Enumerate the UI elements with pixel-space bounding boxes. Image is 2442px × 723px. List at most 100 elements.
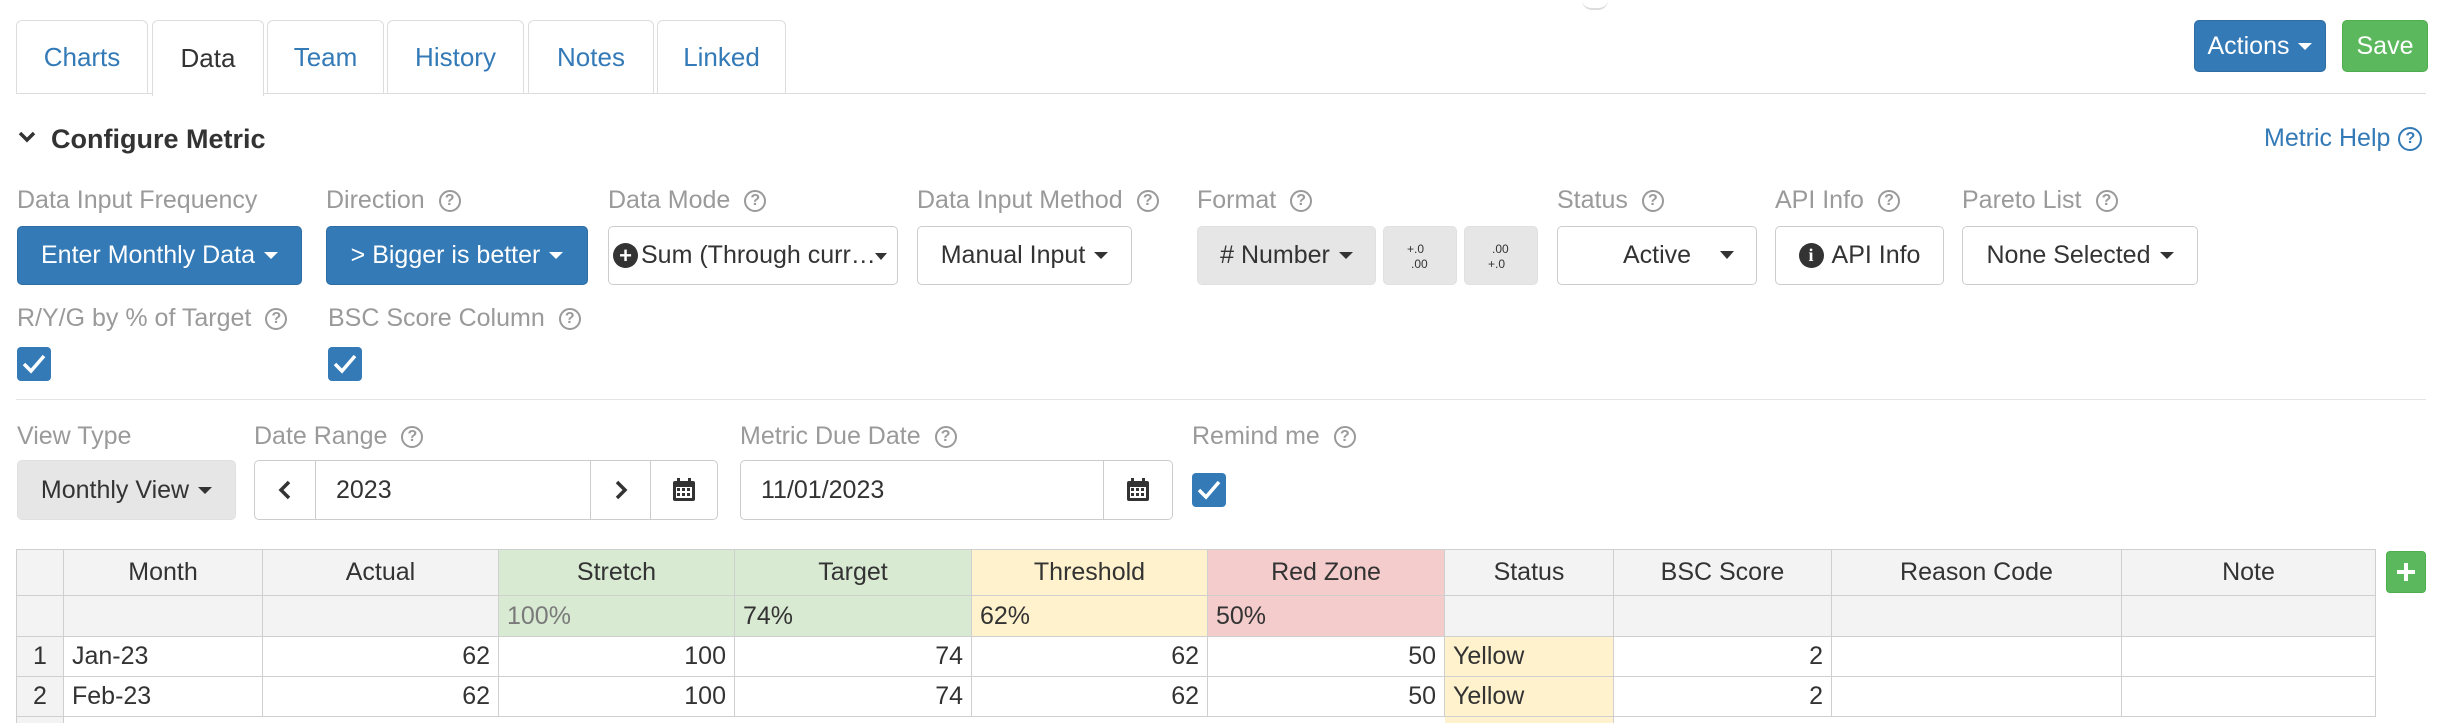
help-icon[interactable]: ? — [1877, 189, 1900, 212]
status-cell[interactable] — [1445, 717, 1614, 723]
column-header[interactable]: Reason Code — [1832, 550, 2122, 596]
percent-cell — [1445, 596, 1614, 637]
date-range-input[interactable]: 2023 — [315, 460, 591, 520]
column-header[interactable]: Target — [735, 550, 972, 596]
api-info-button[interactable]: i API Info — [1775, 226, 1944, 285]
help-icon[interactable]: ? — [558, 307, 581, 330]
help-icon[interactable]: ? — [744, 189, 767, 212]
actions-button[interactable]: Actions — [2194, 20, 2326, 72]
red-zone-percent-cell[interactable]: 50% — [1208, 596, 1445, 637]
data-mode-value: Sum (Through curr… — [641, 241, 876, 269]
status-cell[interactable]: Yellow — [1445, 637, 1614, 677]
add-row-button[interactable] — [2386, 551, 2426, 593]
caret-down-icon — [1094, 252, 1109, 259]
next-year-button[interactable] — [590, 460, 651, 520]
month-cell[interactable]: Feb-23 — [64, 677, 263, 717]
note-cell[interactable] — [2122, 677, 2376, 717]
due-date-calendar-button[interactable] — [1103, 460, 1173, 520]
input-method-dropdown[interactable]: Manual Input — [917, 226, 1132, 285]
tab-team[interactable]: Team — [267, 20, 384, 94]
help-icon[interactable]: ? — [438, 189, 461, 212]
tab-charts[interactable]: Charts — [16, 20, 148, 94]
red-zone-cell[interactable]: 50 — [1208, 637, 1445, 677]
input-method-label: Data Input Method? — [917, 186, 1159, 215]
help-icon[interactable]: ? — [265, 307, 288, 330]
column-header[interactable]: Note — [2122, 550, 2376, 596]
help-icon[interactable]: ? — [1333, 425, 1356, 448]
caret-down-icon — [198, 486, 213, 494]
data-mode-label: Data Mode? — [608, 186, 767, 215]
reason-code-cell[interactable] — [1832, 677, 2122, 717]
calendar-icon — [673, 478, 695, 501]
note-cell[interactable] — [2122, 637, 2376, 677]
date-range-label: Date Range? — [254, 422, 424, 451]
status-cell[interactable]: Yellow — [1445, 677, 1614, 717]
metric-help-label: Metric Help — [2264, 124, 2391, 152]
tab-history[interactable]: History — [387, 20, 524, 94]
help-icon[interactable]: ? — [934, 425, 957, 448]
prev-year-button[interactable] — [254, 460, 316, 520]
view-type-dropdown[interactable]: Monthly View — [17, 460, 236, 520]
column-header[interactable]: Status — [1445, 550, 1614, 596]
frequency-dropdown[interactable]: Enter Monthly Data — [17, 226, 302, 285]
stretch-percent-cell[interactable]: 100% — [499, 596, 735, 637]
checkmark-icon — [22, 354, 46, 374]
pareto-dropdown[interactable]: None Selected — [1962, 226, 2198, 285]
direction-dropdown[interactable]: > Bigger is better — [326, 226, 588, 285]
input-method-value: Manual Input — [940, 241, 1086, 269]
section-title: Configure Metric — [51, 124, 266, 154]
chevron-down-icon[interactable] — [16, 126, 38, 148]
frequency-label: Data Input Frequency — [17, 186, 258, 214]
caret-down-icon — [875, 253, 887, 260]
help-icon[interactable]: ? — [401, 425, 424, 448]
column-header[interactable]: Red Zone — [1208, 550, 1445, 596]
percent-cell — [263, 596, 499, 637]
save-button[interactable]: Save — [2342, 20, 2428, 72]
target-cell[interactable]: 74 — [735, 637, 972, 677]
target-percent-cell[interactable]: 74% — [735, 596, 972, 637]
help-icon[interactable]: ? — [1136, 189, 1159, 212]
threshold-cell[interactable]: 62 — [972, 637, 1208, 677]
column-header[interactable]: Actual — [263, 550, 499, 596]
metric-help-link[interactable]: Metric Help ? — [2264, 124, 2423, 153]
actions-label: Actions — [2207, 31, 2290, 60]
red-zone-cell[interactable]: 50 — [1208, 677, 1445, 717]
tab-linked[interactable]: Linked — [657, 20, 786, 94]
date-range-calendar-button[interactable] — [650, 460, 718, 520]
actual-cell[interactable]: 62 — [263, 677, 499, 717]
column-header[interactable]: Month — [64, 550, 263, 596]
threshold-cell[interactable]: 62 — [972, 677, 1208, 717]
data-grid: Month Actual Stretch Target Threshold Re… — [16, 549, 2376, 723]
percent-cell — [1614, 596, 1832, 637]
reason-code-cell[interactable] — [1832, 637, 2122, 677]
column-header[interactable]: Stretch — [499, 550, 735, 596]
threshold-percent-cell[interactable]: 62% — [972, 596, 1208, 637]
tab-data[interactable]: Data — [152, 20, 264, 96]
tab-notes[interactable]: Notes — [528, 20, 654, 94]
format-dropdown[interactable]: # Number — [1197, 226, 1376, 285]
month-cell[interactable]: Jan-23 — [64, 637, 263, 677]
stretch-cell[interactable]: 100 — [499, 677, 735, 717]
decrease-decimals-button[interactable]: .00 +.0 — [1464, 226, 1538, 285]
column-header[interactable]: Threshold — [972, 550, 1208, 596]
data-mode-select[interactable]: + Sum (Through curr… — [608, 226, 898, 285]
bsc-checkbox[interactable] — [328, 347, 362, 381]
bsc-score-cell[interactable]: 2 — [1614, 677, 1832, 717]
remind-checkbox[interactable] — [1192, 473, 1226, 507]
help-icon[interactable]: ? — [1641, 189, 1664, 212]
help-icon[interactable]: ? — [2095, 189, 2118, 212]
ryg-checkbox[interactable] — [17, 347, 51, 381]
target-cell[interactable]: 74 — [735, 677, 972, 717]
column-header[interactable]: BSC Score — [1614, 550, 1832, 596]
remind-label: Remind me? — [1192, 422, 1356, 451]
due-date-input[interactable]: 11/01/2023 — [740, 460, 1104, 520]
stretch-cell[interactable]: 100 — [499, 637, 735, 677]
actual-cell[interactable]: 62 — [263, 637, 499, 677]
caret-down-icon — [1338, 252, 1353, 259]
bsc-score-cell[interactable]: 2 — [1614, 637, 1832, 677]
help-icon[interactable]: ? — [1290, 189, 1313, 212]
increase-decimals-button[interactable]: +.0 .00 — [1383, 226, 1457, 285]
status-select[interactable]: Active — [1557, 226, 1757, 285]
caret-down-icon — [2298, 42, 2313, 50]
bsc-label: BSC Score Column? — [328, 304, 581, 333]
